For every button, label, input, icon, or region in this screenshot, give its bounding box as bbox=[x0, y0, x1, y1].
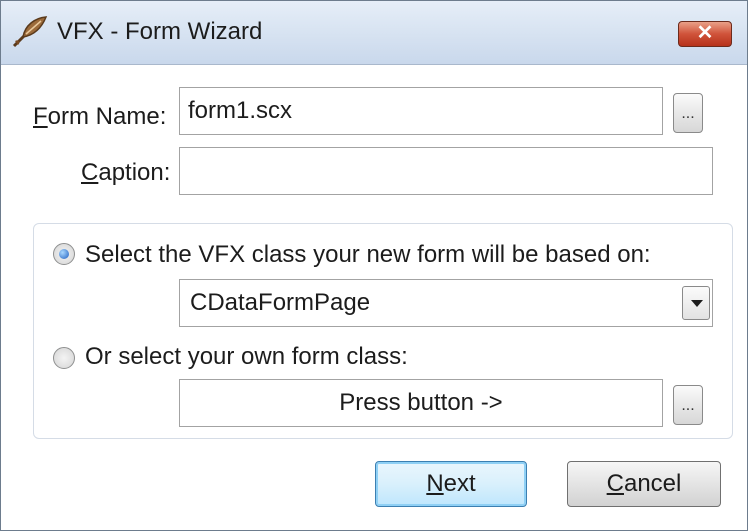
own-class-radio-label[interactable]: Or select your own form class: bbox=[85, 343, 408, 371]
next-button-text: ext bbox=[443, 470, 476, 497]
close-icon: ✕ bbox=[696, 22, 714, 44]
next-button-accelerator: N bbox=[426, 470, 444, 497]
form-name-label-text: orm Name: bbox=[47, 103, 167, 130]
form-name-input[interactable]: form1.scx bbox=[179, 87, 663, 135]
own-class-radio[interactable] bbox=[53, 347, 75, 369]
window-title: VFX - Form Wizard bbox=[57, 18, 263, 45]
caption-label: Caption: bbox=[81, 159, 170, 187]
vfx-class-select-value: CDataFormPage bbox=[190, 289, 371, 316]
own-class-field[interactable]: Press button -> bbox=[179, 379, 663, 427]
cancel-button-accelerator: C bbox=[606, 470, 624, 497]
close-button[interactable]: ✕ bbox=[678, 21, 732, 47]
own-class-browse-button[interactable]: ... bbox=[673, 385, 703, 425]
caption-input[interactable] bbox=[179, 147, 713, 195]
feather-quill-icon bbox=[12, 16, 48, 48]
next-button[interactable]: Next bbox=[375, 461, 527, 507]
chevron-down-icon[interactable] bbox=[682, 286, 710, 320]
title-bar[interactable]: VFX - Form Wizard ✕ bbox=[1, 1, 747, 65]
vfx-class-radio-label[interactable]: Select the VFX class your new form will … bbox=[85, 241, 651, 269]
caption-label-accelerator: C bbox=[81, 159, 99, 186]
form-name-label: Form Name: bbox=[33, 103, 166, 131]
vfx-class-select[interactable]: CDataFormPage bbox=[179, 279, 713, 327]
vfx-class-radio[interactable] bbox=[53, 243, 75, 265]
caption-label-text: aption: bbox=[98, 159, 171, 186]
form-name-browse-button[interactable]: ... bbox=[673, 93, 703, 133]
cancel-button[interactable]: Cancel bbox=[567, 461, 721, 507]
cancel-button-text: ancel bbox=[623, 470, 682, 497]
form-wizard-window: VFX - Form Wizard ✕ Form Name: form1.scx… bbox=[0, 0, 748, 531]
form-name-label-accelerator: F bbox=[33, 103, 48, 130]
